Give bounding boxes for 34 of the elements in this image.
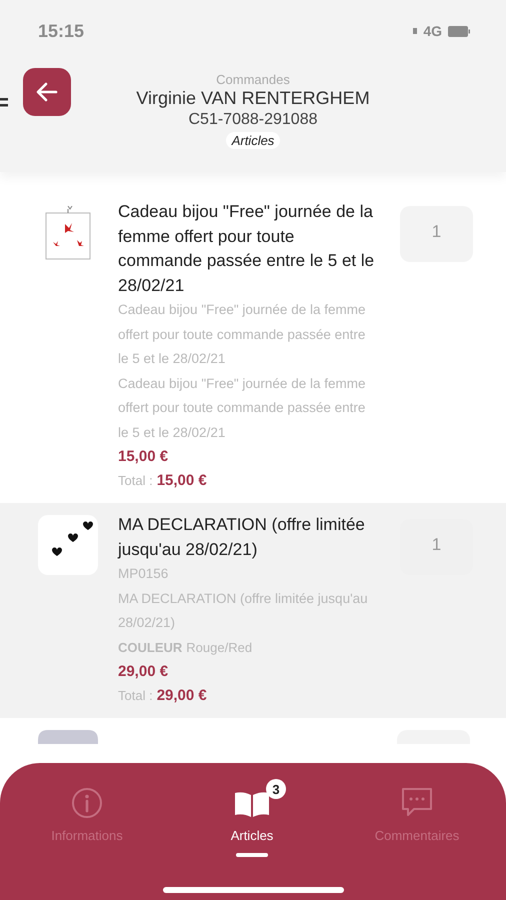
- total-price: 29,00 €: [156, 686, 207, 706]
- battery-icon: [448, 26, 470, 36]
- article-description: Cadeau bijou "Free" journée de la femme offert pour toute commande passée entre le 5 et le 28/02/21: [118, 374, 366, 442]
- info-icon: [71, 787, 103, 819]
- tab[interactable]: Informations: [22, 775, 152, 857]
- article-row[interactable]: MA DECLARATION (offre limitée jusqu'au 28/02/21) MP0156 MA DECLARATION (offre limitée jusqu'au 28/02/21) COULEUR Rouge/Red 29,00 € Total : 29,00 € 1: [0, 503, 506, 718]
- attribute-name: COULEUR: [118, 638, 182, 656]
- view-label: Articles: [226, 132, 280, 149]
- status-time: 15:15: [38, 20, 84, 42]
- article-description: MA DECLARATION (offre limitée jusqu'au 28/02/21): [118, 590, 369, 632]
- section-title: Commandes: [216, 72, 290, 87]
- menu-icon[interactable]: [0, 96, 8, 108]
- customer-name: Virginie VAN RENTERGHEM: [136, 88, 370, 109]
- tab[interactable]: 3 Articles: [187, 775, 317, 857]
- order-number: C51-7088-291088: [188, 111, 318, 129]
- total-label: Total :: [118, 472, 153, 490]
- unit-price: 29,00 €: [118, 662, 170, 682]
- quantity-field[interactable]: 1: [400, 206, 473, 262]
- article-title: MA DECLARATION (offre limitée jusqu'au 28/02/21): [118, 514, 366, 560]
- back-arrow-icon: [36, 82, 58, 102]
- total-price: 15,00 €: [156, 471, 207, 491]
- article-description: MP0156: [118, 565, 170, 583]
- back-button[interactable]: [23, 68, 71, 116]
- signal-icon: [413, 28, 418, 34]
- unit-price: 15,00 €: [118, 447, 170, 467]
- count-badge: 3: [266, 779, 286, 799]
- selected-indicator: [236, 853, 268, 857]
- total-label: Total :: [118, 687, 153, 705]
- attribute-value: Rouge/Red: [186, 638, 252, 657]
- tab[interactable]: Commentaires: [352, 775, 482, 857]
- chat-bubble-icon: [400, 787, 434, 819]
- network-label: 4G: [423, 23, 442, 39]
- article-description: Cadeau bijou "Free" journée de la femme offert pour toute commande passée entre le 5 et le 28/02/21: [118, 301, 366, 368]
- article-title: Cadeau bijou "Free" journée de la femme offert pour toute commande passée entre le 5 et le 28/02/21: [118, 201, 376, 296]
